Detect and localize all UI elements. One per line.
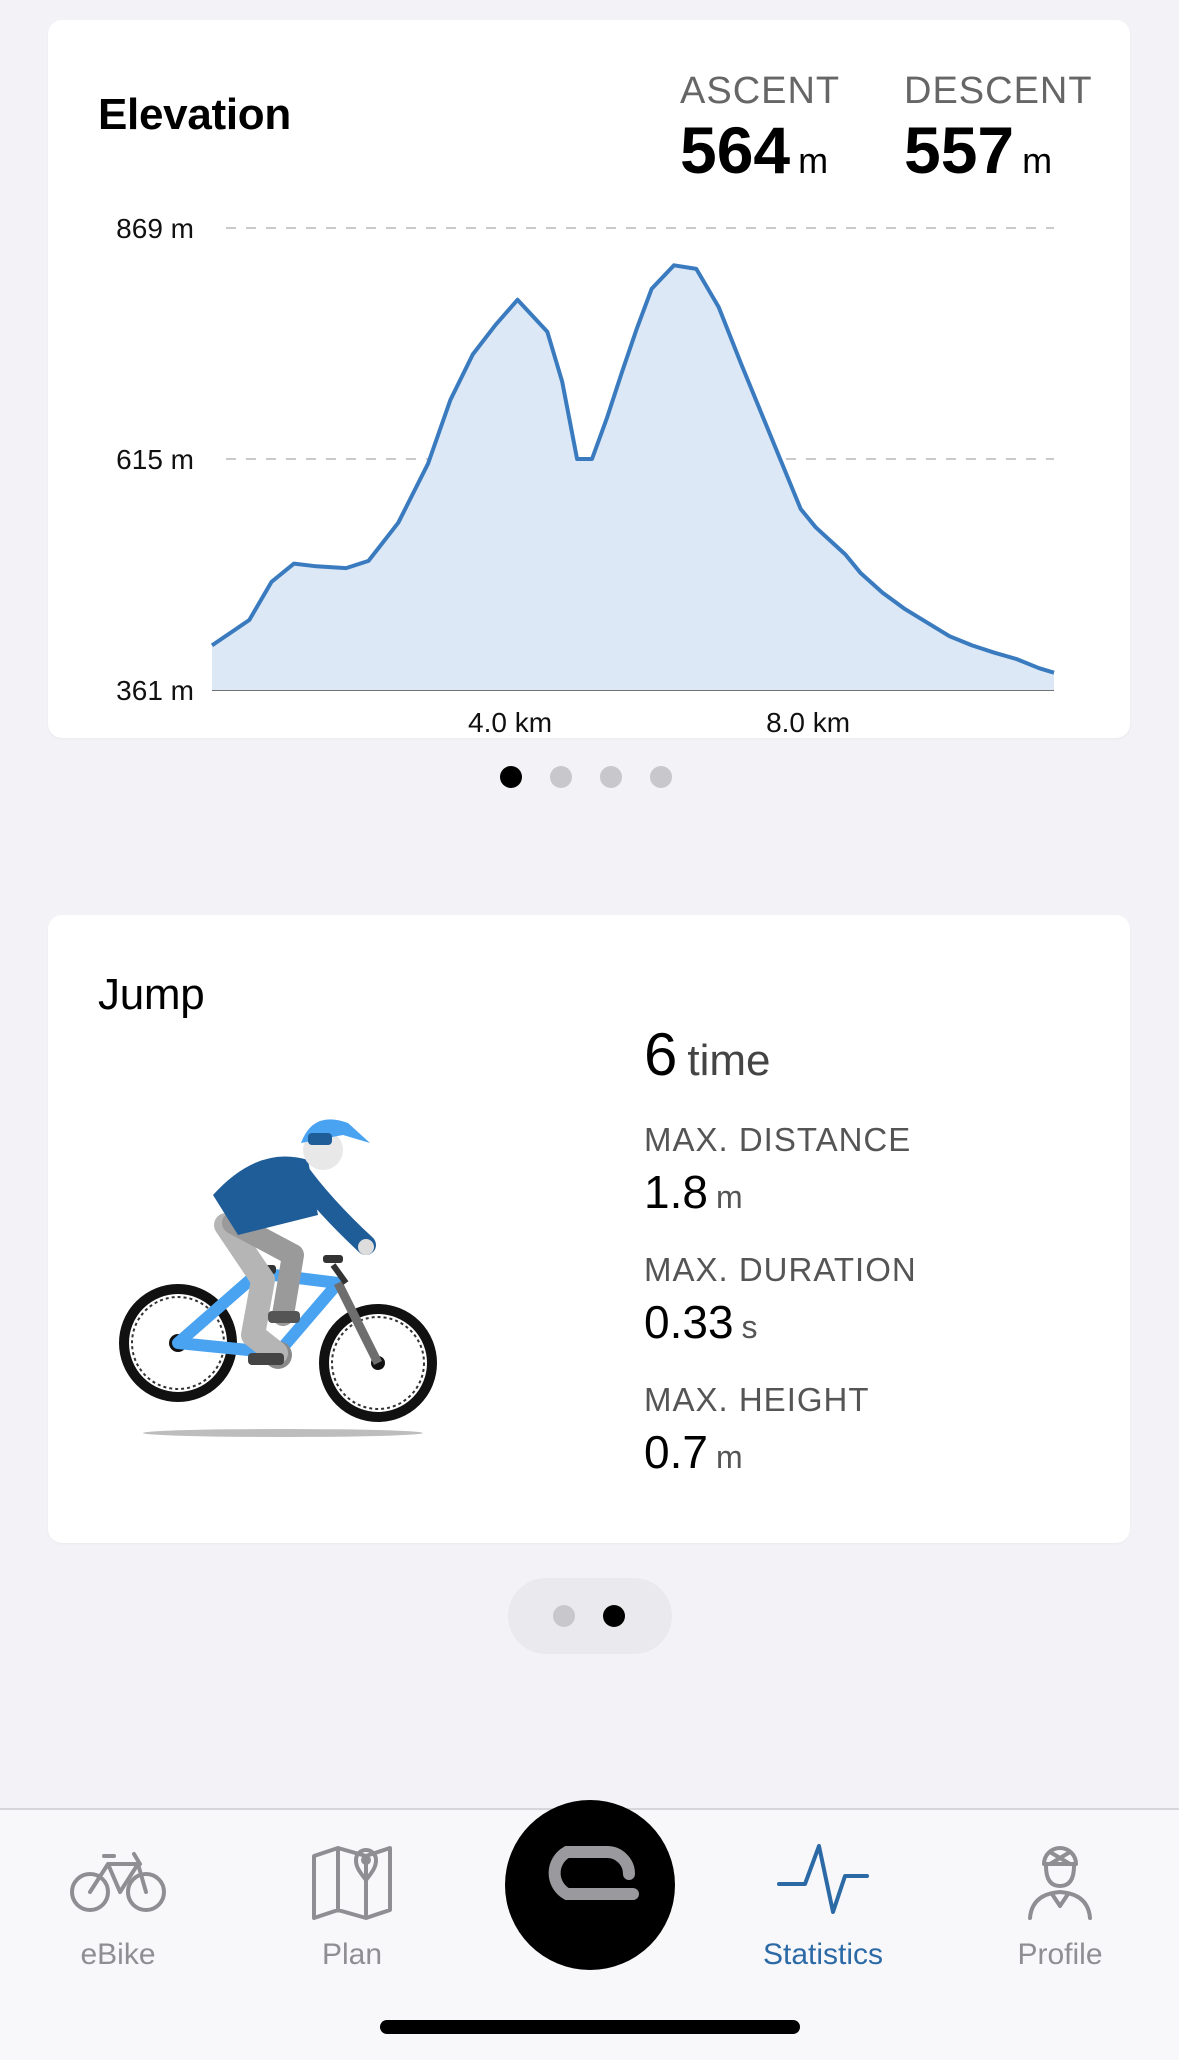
ride-logo-icon: [505, 1800, 675, 1970]
tab-ebike-label: eBike: [38, 1938, 198, 1972]
tab-statistics[interactable]: Statistics: [743, 1840, 903, 1972]
home-indicator: [380, 2020, 800, 2034]
y-tick-label-1: 869 m: [116, 213, 194, 244]
jump-stats: 6time MAX. DISTANCE 1.8m MAX. DURATION 0…: [644, 1025, 917, 1475]
jump-count-row: 6time: [644, 1025, 917, 1085]
tab-plan[interactable]: Plan: [272, 1840, 432, 1972]
elevation-pager-dot-3[interactable]: [600, 766, 622, 788]
max-duration-unit: s: [742, 1309, 758, 1345]
start-ride-button[interactable]: [505, 1800, 675, 1970]
elevation-pager-dot-2[interactable]: [550, 766, 572, 788]
max-height-label: MAX. HEIGHT: [644, 1381, 917, 1419]
tab-profile-label: Profile: [980, 1938, 1140, 1972]
jump-pager[interactable]: [553, 1605, 625, 1627]
max-height-unit: m: [716, 1439, 743, 1475]
max-height-value: 0.7: [644, 1426, 708, 1478]
x-tick-label-2: 8.0 km: [766, 707, 850, 738]
max-duration-stat: MAX. DURATION 0.33s: [644, 1251, 917, 1345]
max-duration-label: MAX. DURATION: [644, 1251, 917, 1289]
elevation-pager-dot-4[interactable]: [650, 766, 672, 788]
elevation-pager-dot-1[interactable]: [500, 766, 522, 788]
jump-pager-dot-2[interactable]: [603, 1605, 625, 1627]
max-duration-value-row: 0.33s: [644, 1299, 917, 1345]
max-height-stat: MAX. HEIGHT 0.7m: [644, 1381, 917, 1475]
y-tick-label-3: 361 m: [116, 675, 194, 706]
map-pin-icon: [302, 1840, 402, 1920]
y-tick-label-2: 615 m: [116, 444, 194, 475]
jump-pager-dot-1[interactable]: [553, 1605, 575, 1627]
tab-ebike[interactable]: eBike: [38, 1840, 198, 1972]
max-distance-unit: m: [716, 1179, 743, 1215]
bike-icon: [68, 1840, 168, 1920]
jumping-cyclist-illustration: [108, 1105, 448, 1445]
rider-icon: [1010, 1840, 1110, 1920]
tab-profile[interactable]: Profile: [980, 1840, 1140, 1972]
pulse-icon: [773, 1840, 873, 1920]
tab-plan-label: Plan: [272, 1938, 432, 1972]
jump-count-value: 6: [644, 1021, 677, 1088]
jump-card[interactable]: Jump 6time MAX. DISTAN: [48, 915, 1130, 1543]
max-distance-label: MAX. DISTANCE: [644, 1121, 917, 1159]
elevation-area: [212, 265, 1054, 690]
max-duration-value: 0.33: [644, 1296, 734, 1348]
jump-title: Jump: [98, 970, 204, 1020]
max-distance-value: 1.8: [644, 1166, 708, 1218]
elevation-pager[interactable]: [500, 766, 672, 788]
max-height-value-row: 0.7m: [644, 1429, 917, 1475]
x-tick-label-1: 4.0 km: [468, 707, 552, 738]
max-distance-stat: MAX. DISTANCE 1.8m: [644, 1121, 917, 1215]
max-distance-value-row: 1.8m: [644, 1169, 917, 1215]
jump-count-unit: time: [687, 1036, 770, 1085]
elevation-chart[interactable]: 869 m 615 m 361 m 4.0 km 8.0 km: [48, 20, 1130, 738]
elevation-card[interactable]: Elevation ASCENT 564m DESCENT 557m 869 m…: [48, 20, 1130, 738]
tab-statistics-label: Statistics: [743, 1938, 903, 1972]
